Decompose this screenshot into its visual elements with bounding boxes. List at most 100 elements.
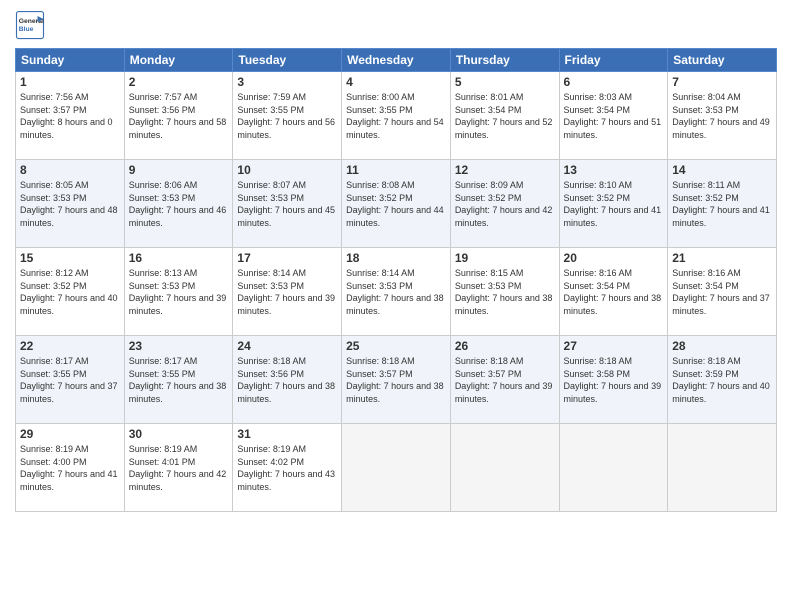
sunrise-text: Sunrise: 8:14 AM	[346, 267, 446, 280]
calendar-week-row: 15 Sunrise: 8:12 AM Sunset: 3:52 PM Dayl…	[16, 248, 777, 336]
calendar-cell: 19 Sunrise: 8:15 AM Sunset: 3:53 PM Dayl…	[450, 248, 559, 336]
day-info: Sunrise: 8:18 AM Sunset: 3:58 PM Dayligh…	[564, 355, 664, 405]
day-number: 11	[346, 163, 446, 177]
day-number: 30	[129, 427, 229, 441]
sunset-text: Sunset: 4:02 PM	[237, 456, 337, 469]
day-info: Sunrise: 8:18 AM Sunset: 3:57 PM Dayligh…	[455, 355, 555, 405]
calendar-cell: 16 Sunrise: 8:13 AM Sunset: 3:53 PM Dayl…	[124, 248, 233, 336]
calendar-week-row: 29 Sunrise: 8:19 AM Sunset: 4:00 PM Dayl…	[16, 424, 777, 512]
daylight-text: Daylight: 7 hours and 42 minutes.	[129, 468, 229, 493]
calendar-cell: 4 Sunrise: 8:00 AM Sunset: 3:55 PM Dayli…	[342, 72, 451, 160]
day-number: 4	[346, 75, 446, 89]
header-sunday: Sunday	[16, 49, 125, 72]
calendar-cell: 24 Sunrise: 8:18 AM Sunset: 3:56 PM Dayl…	[233, 336, 342, 424]
calendar-cell: 5 Sunrise: 8:01 AM Sunset: 3:54 PM Dayli…	[450, 72, 559, 160]
daylight-text: Daylight: 7 hours and 58 minutes.	[129, 116, 229, 141]
daylight-text: Daylight: 7 hours and 41 minutes.	[20, 468, 120, 493]
day-info: Sunrise: 7:59 AM Sunset: 3:55 PM Dayligh…	[237, 91, 337, 141]
calendar-cell: 25 Sunrise: 8:18 AM Sunset: 3:57 PM Dayl…	[342, 336, 451, 424]
daylight-text: Daylight: 7 hours and 39 minutes.	[237, 292, 337, 317]
day-number: 16	[129, 251, 229, 265]
day-info: Sunrise: 8:17 AM Sunset: 3:55 PM Dayligh…	[20, 355, 120, 405]
sunset-text: Sunset: 3:53 PM	[455, 280, 555, 293]
sunrise-text: Sunrise: 8:07 AM	[237, 179, 337, 192]
day-number: 3	[237, 75, 337, 89]
day-info: Sunrise: 8:15 AM Sunset: 3:53 PM Dayligh…	[455, 267, 555, 317]
calendar-cell: 15 Sunrise: 8:12 AM Sunset: 3:52 PM Dayl…	[16, 248, 125, 336]
day-info: Sunrise: 8:05 AM Sunset: 3:53 PM Dayligh…	[20, 179, 120, 229]
day-number: 21	[672, 251, 772, 265]
page: General Blue Sunday Monday Tuesday Wedne…	[0, 0, 792, 612]
daylight-text: Daylight: 7 hours and 44 minutes.	[346, 204, 446, 229]
calendar-week-row: 8 Sunrise: 8:05 AM Sunset: 3:53 PM Dayli…	[16, 160, 777, 248]
svg-text:Blue: Blue	[19, 26, 34, 33]
daylight-text: Daylight: 7 hours and 39 minutes.	[455, 380, 555, 405]
daylight-text: Daylight: 7 hours and 38 minutes.	[346, 292, 446, 317]
daylight-text: Daylight: 7 hours and 45 minutes.	[237, 204, 337, 229]
sunset-text: Sunset: 3:53 PM	[237, 280, 337, 293]
sunset-text: Sunset: 3:55 PM	[129, 368, 229, 381]
sunset-text: Sunset: 3:56 PM	[237, 368, 337, 381]
calendar-cell: 7 Sunrise: 8:04 AM Sunset: 3:53 PM Dayli…	[668, 72, 777, 160]
calendar-cell: 23 Sunrise: 8:17 AM Sunset: 3:55 PM Dayl…	[124, 336, 233, 424]
sunset-text: Sunset: 3:54 PM	[672, 280, 772, 293]
sunset-text: Sunset: 3:53 PM	[237, 192, 337, 205]
calendar-cell: 11 Sunrise: 8:08 AM Sunset: 3:52 PM Dayl…	[342, 160, 451, 248]
calendar-cell: 29 Sunrise: 8:19 AM Sunset: 4:00 PM Dayl…	[16, 424, 125, 512]
header-tuesday: Tuesday	[233, 49, 342, 72]
sunset-text: Sunset: 3:59 PM	[672, 368, 772, 381]
day-number: 18	[346, 251, 446, 265]
header-wednesday: Wednesday	[342, 49, 451, 72]
day-info: Sunrise: 8:00 AM Sunset: 3:55 PM Dayligh…	[346, 91, 446, 141]
sunrise-text: Sunrise: 8:18 AM	[672, 355, 772, 368]
sunrise-text: Sunrise: 8:11 AM	[672, 179, 772, 192]
calendar-cell: 13 Sunrise: 8:10 AM Sunset: 3:52 PM Dayl…	[559, 160, 668, 248]
sunset-text: Sunset: 3:55 PM	[20, 368, 120, 381]
sunrise-text: Sunrise: 7:57 AM	[129, 91, 229, 104]
sunset-text: Sunset: 3:55 PM	[346, 104, 446, 117]
calendar-cell: 22 Sunrise: 8:17 AM Sunset: 3:55 PM Dayl…	[16, 336, 125, 424]
sunrise-text: Sunrise: 8:09 AM	[455, 179, 555, 192]
calendar-cell: 14 Sunrise: 8:11 AM Sunset: 3:52 PM Dayl…	[668, 160, 777, 248]
day-number: 15	[20, 251, 120, 265]
daylight-text: Daylight: 7 hours and 41 minutes.	[672, 204, 772, 229]
day-info: Sunrise: 8:16 AM Sunset: 3:54 PM Dayligh…	[564, 267, 664, 317]
sunrise-text: Sunrise: 8:16 AM	[564, 267, 664, 280]
day-info: Sunrise: 7:57 AM Sunset: 3:56 PM Dayligh…	[129, 91, 229, 141]
daylight-text: Daylight: 7 hours and 54 minutes.	[346, 116, 446, 141]
calendar-cell: 1 Sunrise: 7:56 AM Sunset: 3:57 PM Dayli…	[16, 72, 125, 160]
sunrise-text: Sunrise: 8:18 AM	[346, 355, 446, 368]
calendar-cell: 26 Sunrise: 8:18 AM Sunset: 3:57 PM Dayl…	[450, 336, 559, 424]
calendar-cell	[668, 424, 777, 512]
sunrise-text: Sunrise: 8:14 AM	[237, 267, 337, 280]
daylight-text: Daylight: 7 hours and 49 minutes.	[672, 116, 772, 141]
sunset-text: Sunset: 3:53 PM	[129, 280, 229, 293]
sunset-text: Sunset: 3:52 PM	[455, 192, 555, 205]
sunset-text: Sunset: 3:54 PM	[564, 104, 664, 117]
sunset-text: Sunset: 3:58 PM	[564, 368, 664, 381]
calendar-cell: 8 Sunrise: 8:05 AM Sunset: 3:53 PM Dayli…	[16, 160, 125, 248]
day-number: 22	[20, 339, 120, 353]
day-info: Sunrise: 8:08 AM Sunset: 3:52 PM Dayligh…	[346, 179, 446, 229]
sunrise-text: Sunrise: 8:19 AM	[129, 443, 229, 456]
calendar-cell: 31 Sunrise: 8:19 AM Sunset: 4:02 PM Dayl…	[233, 424, 342, 512]
sunrise-text: Sunrise: 8:18 AM	[564, 355, 664, 368]
calendar-cell: 9 Sunrise: 8:06 AM Sunset: 3:53 PM Dayli…	[124, 160, 233, 248]
daylight-text: Daylight: 7 hours and 40 minutes.	[672, 380, 772, 405]
sunset-text: Sunset: 3:52 PM	[564, 192, 664, 205]
day-info: Sunrise: 8:12 AM Sunset: 3:52 PM Dayligh…	[20, 267, 120, 317]
daylight-text: Daylight: 7 hours and 38 minutes.	[346, 380, 446, 405]
sunset-text: Sunset: 3:57 PM	[20, 104, 120, 117]
day-number: 26	[455, 339, 555, 353]
day-info: Sunrise: 8:14 AM Sunset: 3:53 PM Dayligh…	[346, 267, 446, 317]
daylight-text: Daylight: 7 hours and 42 minutes.	[455, 204, 555, 229]
calendar-cell: 2 Sunrise: 7:57 AM Sunset: 3:56 PM Dayli…	[124, 72, 233, 160]
day-number: 25	[346, 339, 446, 353]
day-number: 24	[237, 339, 337, 353]
calendar-cell: 30 Sunrise: 8:19 AM Sunset: 4:01 PM Dayl…	[124, 424, 233, 512]
sunrise-text: Sunrise: 8:19 AM	[237, 443, 337, 456]
daylight-text: Daylight: 7 hours and 37 minutes.	[20, 380, 120, 405]
daylight-text: Daylight: 7 hours and 38 minutes.	[455, 292, 555, 317]
sunset-text: Sunset: 3:54 PM	[455, 104, 555, 117]
sunset-text: Sunset: 3:54 PM	[564, 280, 664, 293]
